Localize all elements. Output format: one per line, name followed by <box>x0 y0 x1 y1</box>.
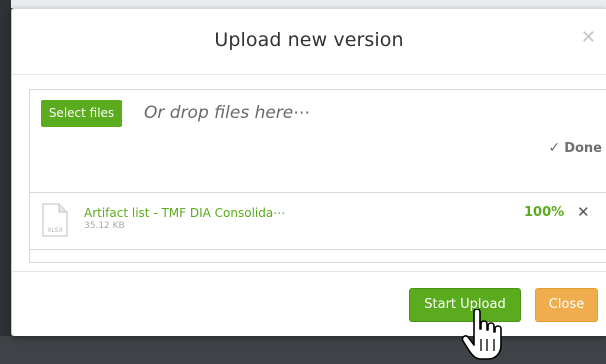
close-button[interactable]: Close <box>535 288 598 322</box>
file-list-item: XLSX Artifact list - TMF DIA Consolida⋯ … <box>30 193 606 250</box>
footer-divider <box>12 271 606 272</box>
file-dropzone[interactable]: Select files Or drop files here⋯ ✓ Done <box>30 90 606 193</box>
upload-dialog: Upload new version ✕ Select files Or dro… <box>11 8 606 336</box>
hand-pointer-icon <box>461 309 502 360</box>
upload-area: Select files Or drop files here⋯ ✓ Done X… <box>29 89 606 263</box>
file-type-label: XLSX <box>47 227 62 234</box>
upload-status: ✓ Done <box>548 140 602 156</box>
close-icon[interactable]: ✕ <box>581 27 596 48</box>
select-files-button[interactable]: Select files <box>41 100 122 127</box>
remove-icon[interactable]: ✕ <box>577 203 590 221</box>
dialog-header: Upload new version ✕ <box>12 9 606 75</box>
drop-files-hint: Or drop files here⋯ <box>144 103 311 123</box>
file-size: 35.12 KB <box>84 221 125 231</box>
xlsx-file-icon: XLSX <box>42 203 68 237</box>
background-left-strip <box>0 0 11 336</box>
dialog-title: Upload new version <box>214 29 404 51</box>
file-name: Artifact list - TMF DIA Consolida⋯ <box>84 206 286 220</box>
checkmark-icon: ✓ <box>548 140 561 156</box>
file-progress-percent: 100% <box>524 205 565 220</box>
background-page-strip <box>0 0 606 8</box>
upload-status-label: Done <box>564 141 602 156</box>
